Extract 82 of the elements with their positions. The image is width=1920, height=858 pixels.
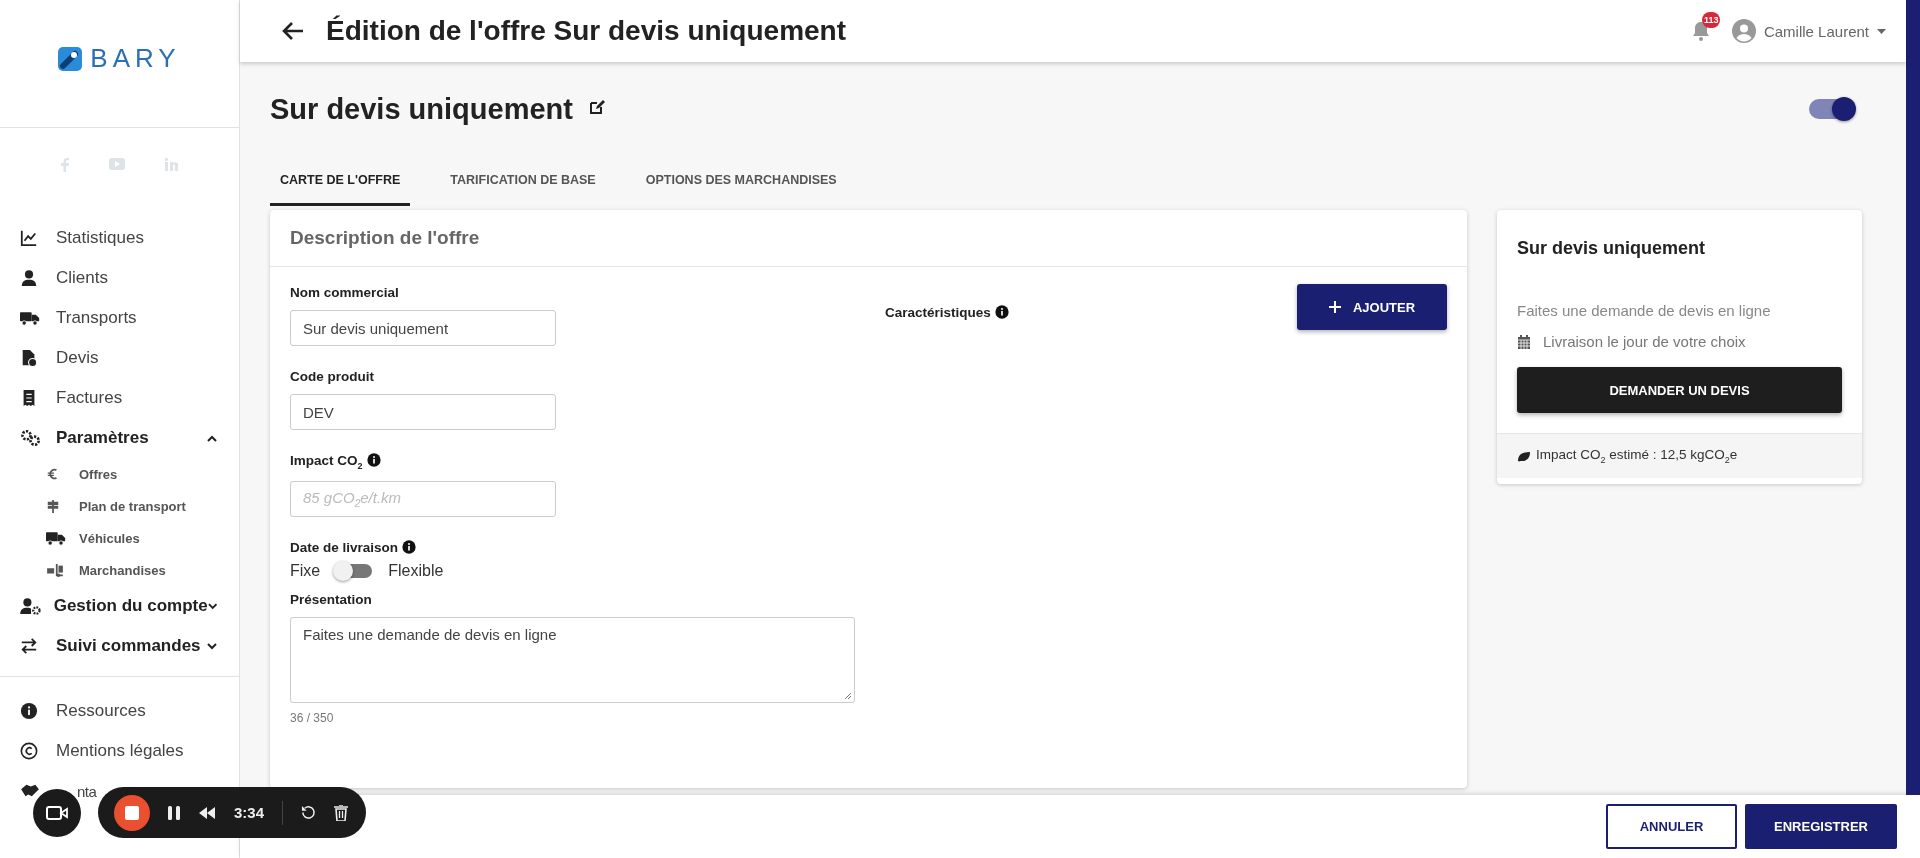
avatar-icon[interactable] [1731,19,1756,43]
sidebar-item[interactable]: Statistiques [56,228,144,247]
signpost-icon [46,499,60,513]
sidebar-subitem[interactable]: Véhicules [79,530,140,546]
gears-icon [20,429,42,447]
sidebar-item[interactable]: nta [77,782,97,800]
leaf-icon [1517,450,1530,462]
add-button[interactable]: AJOUTER [1297,284,1447,330]
notification-badge: 113 [1701,12,1721,28]
copyright-icon [20,742,38,760]
sidebar-item[interactable]: Devis [56,348,99,367]
user-gear-icon [20,597,42,615]
sidebar-subitem[interactable]: Plan de transport [79,498,186,514]
truck-icon [20,310,40,326]
caret-icon[interactable] [1877,28,1886,34]
request-quote-button[interactable]: DEMANDER UN DEVIS [1517,367,1842,413]
sidebar-subitem[interactable]: Offres [79,466,118,482]
preview-text: Faites une demande de devis en ligne [1517,302,1771,319]
input-field[interactable]: Sur devis uniquement [290,310,556,346]
active-toggle[interactable] [1809,99,1854,119]
bell-icon[interactable] [1691,21,1710,41]
field-label: Nom commercial [290,285,399,300]
stop-button[interactable] [114,794,150,831]
field-label: Code produit [290,369,374,384]
back-arrow-icon[interactable] [282,21,304,41]
line-chart-icon [20,229,38,247]
tab[interactable]: OPTIONS DES MARCHANDISES [635,154,847,206]
scrollbar[interactable] [1906,0,1920,795]
co2-impact-text: Impact CO$_{2}$ estimé : 12,5 kgCO$_{2}$e [1536,447,1738,465]
sidebar-item[interactable]: Transports [56,308,137,327]
delivery-text: Livraison le jour de votre choix [1543,333,1746,350]
swap-arrows-icon [20,637,38,655]
sidebar-item[interactable]: Ressources [56,701,146,720]
cancel-button[interactable]: ANNULER [1606,804,1737,849]
character-counter: 36 / 350 [290,710,334,725]
euro-icon [46,467,60,481]
section-label: Caractéristiques [885,305,991,320]
pause-icon[interactable] [168,805,180,820]
restart-icon[interactable] [301,805,317,820]
plus-icon [1328,301,1341,313]
trash-icon[interactable] [334,804,349,821]
preview-title: Sur devis uniquement [1517,238,1706,258]
sidebar-subitem[interactable]: Marchandises [79,562,166,578]
toggle-switch[interactable] [336,563,373,578]
truck-icon [46,530,66,546]
rewind-icon[interactable] [198,806,216,819]
chevron-up-icon[interactable] [207,434,217,442]
text-area[interactable]: Faites une demande de devis en ligne [290,616,855,703]
chevron-down-icon[interactable] [207,642,217,650]
sidebar-item[interactable]: Factures [56,388,123,407]
save-button[interactable]: ENREGISTRER [1745,804,1897,849]
field-label: Impact CO$_{2}$ [290,453,363,468]
card-title: Description de l'offre [290,227,480,249]
video-camera-icon [46,805,68,820]
sidebar-item[interactable]: Paramètres [56,428,149,447]
edit-icon[interactable] [588,99,605,115]
page-title: Édition de l'offre Sur devis uniquement [326,15,848,47]
field-label: Présentation [290,591,372,607]
logo-text: BARY [90,43,181,74]
toggle-label: Flexible [388,561,444,580]
user-icon [20,269,38,287]
resize-handle-icon[interactable] [844,691,852,700]
user-name[interactable]: Camille Laurent [1763,22,1869,40]
document-icon [20,349,38,367]
sidebar-item[interactable]: Clients [56,268,108,287]
toggle-label: Fixe [290,561,321,580]
sidebar-item[interactable]: Mentions légales [56,741,184,760]
chevron-down-icon[interactable] [207,602,217,610]
hand-truck-icon [46,563,64,577]
calendar-icon [1517,334,1531,349]
info-icon [20,702,38,720]
handshake-icon [20,783,40,799]
logo-icon [58,46,83,71]
offer-title: Sur devis uniquement [270,92,573,126]
input-field[interactable]: DEV [290,394,556,430]
field-label: Date de livraison [290,539,399,555]
stop-icon [125,805,139,820]
tab[interactable]: TARIFICATION DE BASE [440,154,606,206]
sidebar-item[interactable]: Gestion du compte [53,596,208,615]
sidebar-item[interactable]: Suivi commandes [56,636,201,655]
tab[interactable]: CARTE DE L'OFFRE [270,154,411,206]
recording-time: 3:34 [234,804,265,821]
